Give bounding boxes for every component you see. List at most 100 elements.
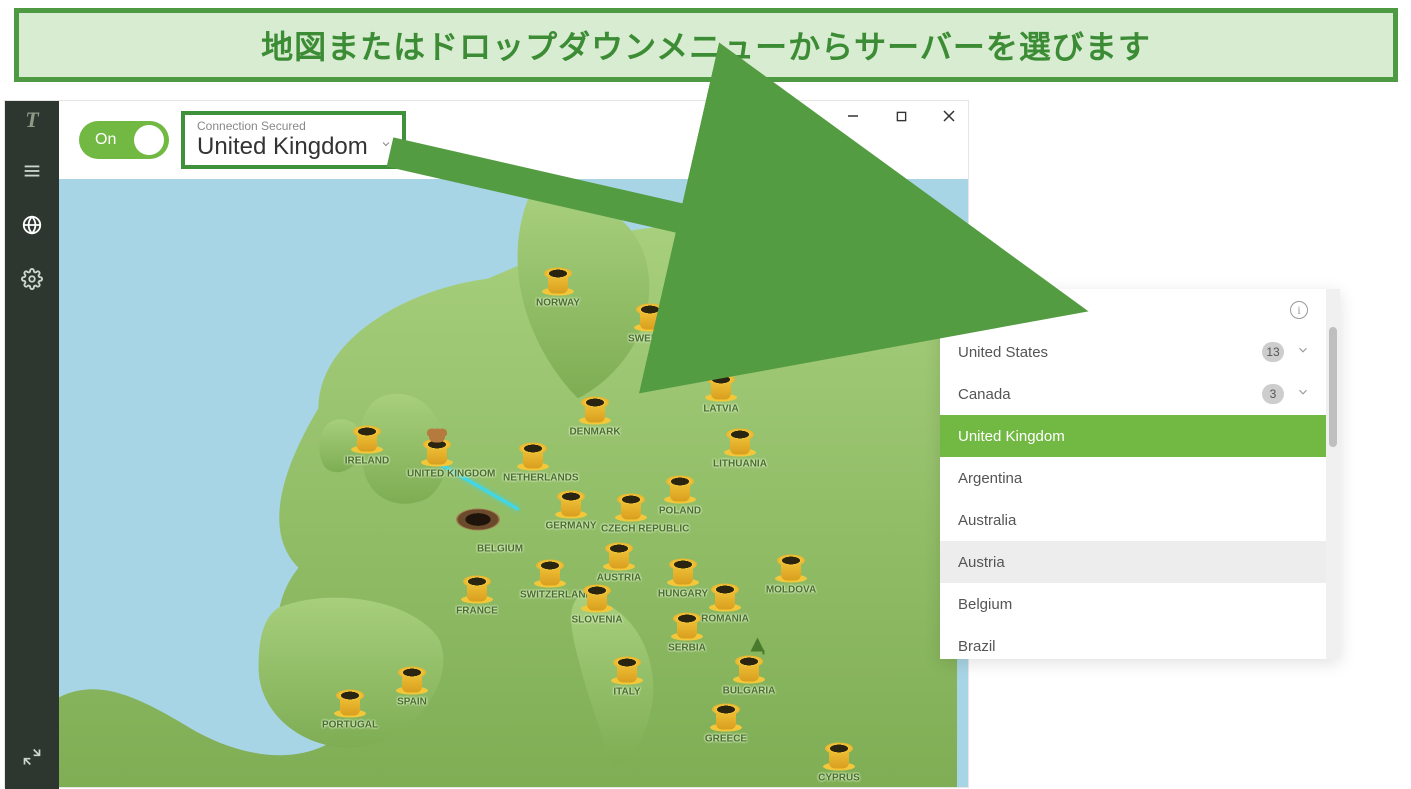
- map-pin-belgium[interactable]: BELGIUM: [470, 520, 530, 555]
- server-item-australia[interactable]: Australia: [940, 499, 1326, 541]
- map-pin-label: SPAIN: [382, 697, 442, 708]
- tunnel-hole-icon: [456, 509, 500, 531]
- server-item-label: United States: [958, 344, 1048, 361]
- server-item-label: Brazil: [958, 638, 996, 655]
- annotation-arrow: [300, 130, 1080, 345]
- tunnel-pipe-icon: [615, 494, 647, 522]
- tunnel-pipe-icon: [710, 704, 742, 732]
- gear-icon[interactable]: [12, 259, 52, 299]
- menu-icon[interactable]: [12, 151, 52, 191]
- server-item-label: Canada: [958, 386, 1011, 403]
- map-pin-label: CZECH REPUBLIC: [601, 524, 661, 535]
- map-pin-label: SLOVENIA: [567, 615, 627, 626]
- instruction-banner: 地図またはドロップダウンメニューからサーバーを選びます: [14, 8, 1398, 82]
- tunnel-pipe-icon: [664, 476, 696, 504]
- window-controls: [844, 107, 958, 125]
- sidebar: T: [5, 101, 59, 789]
- tunnel-pipe-icon: [709, 584, 741, 612]
- map-pin-lithuania[interactable]: LITHUANIA: [710, 429, 770, 470]
- server-count-badge: 3: [1262, 384, 1284, 404]
- map-pin-label: DENMARK: [565, 427, 625, 438]
- tunnel-pipe-icon: [581, 585, 613, 613]
- map-pin-moldova[interactable]: MOLDOVA: [761, 555, 821, 596]
- tunnel-pipe-icon: [733, 656, 765, 684]
- map-pin-label: BELGIUM: [470, 544, 530, 555]
- map-pin-cypris[interactable]: CYPRUS: [809, 743, 869, 784]
- tunnel-pipe-icon: [555, 491, 587, 519]
- map-pin-label: IRELAND: [337, 456, 397, 467]
- server-item-austria[interactable]: Austria: [940, 541, 1326, 583]
- server-item-label: Argentina: [958, 470, 1022, 487]
- chevron-down-icon: [1296, 343, 1310, 361]
- server-item-argentina[interactable]: Argentina: [940, 457, 1326, 499]
- tunnel-pipe-icon: [823, 743, 855, 771]
- toggle-knob: [134, 125, 164, 155]
- server-item-brazil[interactable]: Brazil: [940, 625, 1326, 659]
- minimize-button[interactable]: [844, 107, 862, 125]
- tunnel-pipe-icon: [334, 690, 366, 718]
- bear-icon: [429, 429, 445, 443]
- map-pin-netherlands[interactable]: NETHERLANDS: [503, 443, 563, 484]
- tunnel-pipe-icon: [461, 576, 493, 604]
- map-pin-united-kingdom[interactable]: UNITED KINGDOM: [407, 439, 467, 480]
- map-pin-slovenia[interactable]: SLOVENIA: [567, 585, 627, 626]
- map-pin-czech-republic[interactable]: CZECH REPUBLIC: [601, 494, 661, 535]
- tunnel-pipe-icon: [705, 374, 737, 402]
- map-pin-germany[interactable]: GERMANY: [541, 491, 601, 532]
- map-pin-label: FRANCE: [447, 606, 507, 617]
- map-pin-label: CYPRUS: [809, 773, 869, 784]
- map-pin-label: LITHUANIA: [710, 459, 770, 470]
- tunnel-pipe-icon: [603, 543, 635, 571]
- map-pin-portugal[interactable]: PORTUGAL: [320, 690, 380, 731]
- collapse-icon[interactable]: [12, 737, 52, 777]
- server-item-label: Australia: [958, 512, 1016, 529]
- map-pin-label: PORTUGAL: [320, 720, 380, 731]
- tunnel-pipe-icon: [534, 560, 566, 588]
- server-item-canada[interactable]: Canada 3: [940, 373, 1326, 415]
- map-pin-serbia[interactable]: SERBIA: [657, 613, 717, 654]
- toggle-label: On: [95, 131, 116, 149]
- chevron-down-icon: [1296, 385, 1310, 403]
- map-pin-greece[interactable]: GREECE: [696, 704, 756, 745]
- map-pin-label: GREECE: [696, 734, 756, 745]
- server-item-united-kingdom[interactable]: United Kingdom: [940, 415, 1326, 457]
- tunnel-pipe-icon: [517, 443, 549, 471]
- map-pin-label: ITALY: [597, 687, 657, 698]
- tunnel-pipe-icon: [667, 559, 699, 587]
- tunnel-pipe-icon: [671, 613, 703, 641]
- scrollbar-thumb[interactable]: [1329, 327, 1337, 447]
- map-pin-label: GERMANY: [541, 521, 601, 532]
- tunnel-pipe-icon: [611, 657, 643, 685]
- map-pin-label: SERBIA: [657, 643, 717, 654]
- instruction-text: 地図またはドロップダウンメニューからサーバーを選びます: [261, 22, 1151, 68]
- server-item-label: Belgium: [958, 596, 1012, 613]
- maximize-button[interactable]: [892, 107, 910, 125]
- tunnel-pipe-icon: [775, 555, 807, 583]
- connection-toggle[interactable]: On: [79, 121, 169, 159]
- map-pin-label: NETHERLANDS: [503, 473, 563, 484]
- map-pin-bulgaria[interactable]: BULGARIA: [719, 656, 779, 697]
- map-pin-ireland[interactable]: IRELAND: [337, 426, 397, 467]
- map-pin-label: MOLDOVA: [761, 585, 821, 596]
- tunnel-pipe-icon: [421, 439, 453, 467]
- map-pin-label: AUSTRIA: [589, 573, 649, 584]
- map-pin-label: UNITED KINGDOM: [407, 469, 467, 480]
- server-item-belgium[interactable]: Belgium: [940, 583, 1326, 625]
- map-pin-latvia[interactable]: LATVIA: [691, 374, 751, 415]
- tunnel-pipe-icon: [396, 667, 428, 695]
- server-item-label: Austria: [958, 554, 1005, 571]
- map-pin-italy[interactable]: ITALY: [597, 657, 657, 698]
- map-pin-label: LATVIA: [691, 404, 751, 415]
- map-pin-label: BULGARIA: [719, 686, 779, 697]
- map-pin-austria[interactable]: AUSTRIA: [589, 543, 649, 584]
- server-item-label: United Kingdom: [958, 428, 1065, 445]
- globe-icon[interactable]: [12, 205, 52, 245]
- tunnel-pipe-icon: [351, 426, 383, 454]
- tunnel-pipe-icon: [579, 397, 611, 425]
- map-pin-spain[interactable]: SPAIN: [382, 667, 442, 708]
- tunnel-pipe-icon: [724, 429, 756, 457]
- map-pin-denmark[interactable]: DENMARK: [565, 397, 625, 438]
- close-button[interactable]: [940, 107, 958, 125]
- map-pin-france[interactable]: FRANCE: [447, 576, 507, 617]
- info-icon[interactable]: i: [1290, 301, 1308, 319]
